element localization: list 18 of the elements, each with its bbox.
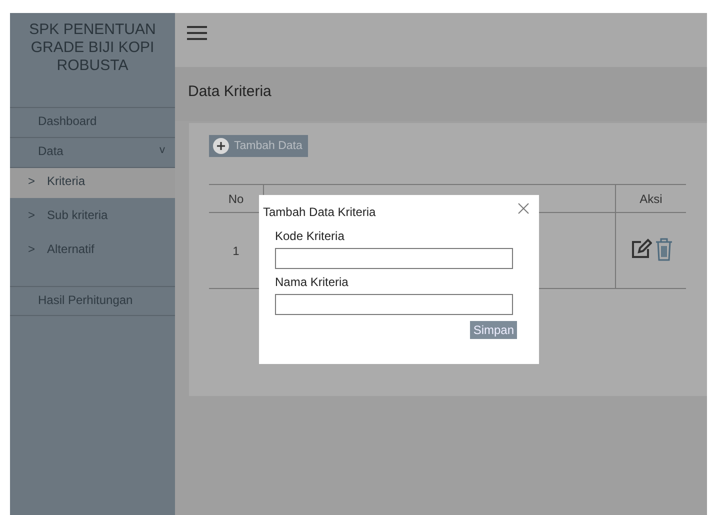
input-field[interactable] [275, 248, 513, 269]
page-title: Data Kriteria [188, 83, 272, 100]
sidebar-subitem[interactable]: > Kriteria [10, 168, 175, 198]
save-button[interactable]: Simpan [470, 321, 517, 339]
sidebar-subitem[interactable]: > Alternatif [10, 236, 175, 266]
sidebar-item[interactable]: Hasil Perhitungan [10, 286, 175, 316]
field-label: Nama Kriteria [275, 275, 350, 289]
edit-icon[interactable] [630, 238, 652, 260]
modal-title: Tambah Data Kriteria [263, 205, 377, 219]
menu-icon[interactable] [187, 26, 207, 40]
field-label: Kode Kriteria [275, 229, 346, 243]
plus-icon [213, 138, 229, 154]
close-icon[interactable] [518, 203, 529, 214]
add-data-button[interactable]: Tambah Data [209, 135, 308, 157]
table-header: Aksi [616, 184, 686, 212]
trash-icon[interactable] [654, 238, 672, 261]
input-field[interactable] [275, 294, 513, 315]
sidebar-subitem[interactable]: > Sub kriteria [10, 202, 175, 232]
